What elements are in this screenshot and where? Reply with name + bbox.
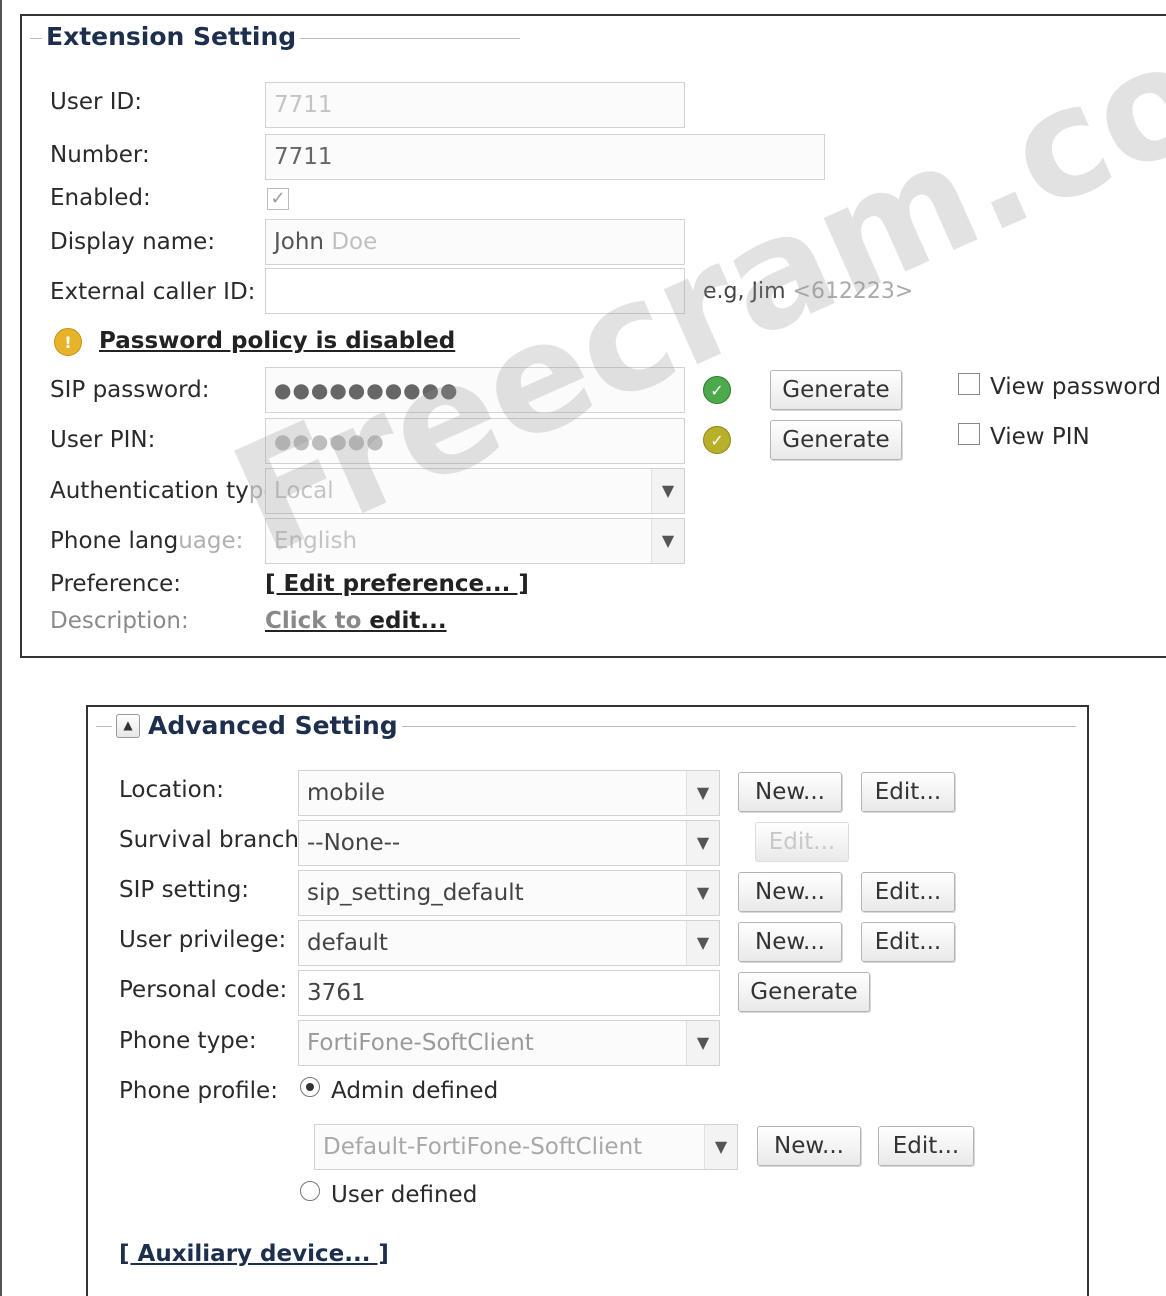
advanced-setting-legend[interactable]: ▲ Advanced Setting — [112, 711, 402, 741]
authentication-type-label: Authentication type: — [50, 477, 285, 505]
survival-branch-label: Survival branch: — [119, 827, 307, 853]
personal-code-input[interactable]: 3761 — [298, 970, 720, 1016]
password-strength-ok-icon: ✓ — [703, 376, 731, 404]
user-privilege-select[interactable]: default ▼ — [298, 920, 720, 966]
phone-language-label: Phone language: — [50, 527, 243, 555]
description-edit-link[interactable]: Click to edit... — [265, 607, 447, 635]
chevron-down-icon: ▼ — [686, 1021, 719, 1065]
view-pin-checkbox[interactable] — [958, 423, 980, 445]
location-new-button[interactable]: New... — [738, 772, 842, 812]
user-pin-input[interactable]: ●●●●●● — [265, 418, 685, 464]
phone-language-select[interactable]: English ▼ — [265, 518, 685, 564]
chevron-down-icon: ▼ — [686, 821, 719, 865]
phone-profile-new-button[interactable]: New... — [757, 1126, 861, 1166]
auxiliary-device-link[interactable]: [ Auxiliary device... ] — [119, 1240, 389, 1268]
display-name-label: Display name: — [50, 229, 216, 255]
phone-profile-value: Default-FortiFone-SoftClient — [323, 1134, 643, 1160]
pin-strength-weak-icon: ✓ — [703, 426, 731, 454]
warning-icon: ! — [54, 328, 82, 356]
chevron-down-icon: ▼ — [686, 921, 719, 965]
user-pin-label: User PIN: — [50, 427, 156, 453]
admin-defined-radio[interactable] — [300, 1077, 320, 1097]
display-name-input[interactable]: John Doe — [265, 219, 685, 265]
hint-example: e.g, Jim — [703, 279, 786, 304]
user-defined-label: User defined — [331, 1182, 478, 1208]
auth-label-main: Authentication ty — [50, 478, 249, 504]
external-caller-id-label: External caller ID: — [50, 279, 256, 305]
external-caller-id-input[interactable] — [265, 268, 685, 314]
personal-code-label: Personal code: — [119, 977, 288, 1003]
adv-top-border — [86, 705, 1089, 707]
view-password-checkbox[interactable] — [958, 373, 980, 395]
survival-branch-edit-button[interactable]: Edit... — [755, 822, 849, 862]
location-label: Location: — [119, 777, 225, 803]
user-defined-radio[interactable] — [300, 1181, 320, 1201]
view-password-label: View password — [990, 374, 1162, 400]
hint-example-faded: <612223> — [785, 279, 914, 304]
location-edit-button[interactable]: Edit... — [861, 772, 955, 812]
chevron-down-icon: ▼ — [686, 871, 719, 915]
extension-setting-legend: Extension Setting — [42, 22, 301, 52]
chevron-down-icon: ▼ — [651, 469, 684, 513]
user-privilege-new-button[interactable]: New... — [738, 922, 842, 962]
sip-setting-value: sip_setting_default — [307, 880, 524, 906]
number-input[interactable]: 7711 — [265, 134, 825, 180]
chevron-down-icon: ▼ — [686, 771, 719, 815]
generate-pin-button[interactable]: Generate — [770, 420, 902, 460]
phone-type-value: FortiFone-SoftClient — [307, 1030, 534, 1056]
admin-defined-label: Admin defined — [331, 1078, 499, 1104]
frame-top-border — [20, 14, 1166, 16]
advanced-setting-title: Advanced Setting — [148, 711, 398, 740]
sip-setting-edit-button[interactable]: Edit... — [861, 872, 955, 912]
user-id-input[interactable]: 7711 — [265, 82, 685, 128]
adv-right-border — [1087, 705, 1089, 1296]
enabled-checkbox[interactable]: ✓ — [267, 188, 289, 210]
location-value: mobile — [307, 780, 386, 806]
description-label: Description: — [50, 608, 189, 634]
location-select[interactable]: mobile ▼ — [298, 770, 720, 816]
lang-label-faded: uage: — [178, 528, 244, 554]
authentication-type-select[interactable]: Local ▼ — [265, 468, 685, 514]
preference-label: Preference: — [50, 571, 182, 597]
adv-left-border — [86, 705, 88, 1296]
phone-profile-label: Phone profile: — [119, 1078, 278, 1104]
chevron-down-icon: ▼ — [704, 1125, 737, 1169]
external-caller-id-hint: e.g, Jim <612223> — [703, 278, 913, 306]
display-name-value: John — [274, 229, 325, 255]
outer-left-border — [0, 0, 2, 1296]
generate-sip-password-button[interactable]: Generate — [770, 370, 902, 410]
user-privilege-label: User privilege: — [119, 927, 287, 953]
lang-label-main: Phone lang — [50, 528, 179, 554]
survival-branch-value: --None-- — [307, 830, 401, 856]
display-name-value-faded: Doe — [324, 229, 378, 255]
sip-setting-new-button[interactable]: New... — [738, 872, 842, 912]
password-policy-link[interactable]: Password policy is disabled — [99, 327, 455, 355]
sip-setting-select[interactable]: sip_setting_default ▼ — [298, 870, 720, 916]
phone-profile-edit-button[interactable]: Edit... — [878, 1126, 974, 1166]
view-pin-label: View PIN — [990, 424, 1090, 450]
sip-setting-label: SIP setting: — [119, 877, 250, 903]
description-link-main: Click to — [265, 608, 362, 634]
user-privilege-edit-button[interactable]: Edit... — [861, 922, 955, 962]
phone-profile-select[interactable]: Default-FortiFone-SoftClient ▼ — [314, 1124, 738, 1170]
user-privilege-value: default — [307, 930, 388, 956]
sip-password-label: SIP password: — [50, 377, 210, 403]
phone-language-value: English — [274, 528, 358, 554]
chevron-down-icon: ▼ — [651, 519, 684, 563]
frame-left-border — [20, 14, 22, 658]
sip-password-input[interactable]: ●●●●●●●●●● — [265, 367, 685, 413]
enabled-label: Enabled: — [50, 185, 151, 211]
phone-type-select[interactable]: FortiFone-SoftClient ▼ — [298, 1020, 720, 1066]
auth-type-value: Local — [274, 478, 334, 504]
personal-code-generate-button[interactable]: Generate — [738, 972, 870, 1012]
survival-branch-select[interactable]: --None-- ▼ — [298, 820, 720, 866]
number-label: Number: — [50, 142, 150, 168]
user-id-label: User ID: — [50, 89, 142, 115]
frame-bottom-border — [20, 656, 1166, 658]
edit-preference-link[interactable]: [ Edit preference... ] — [265, 570, 529, 598]
collapse-arrow-icon[interactable]: ▲ — [116, 714, 140, 738]
phone-type-label: Phone type: — [119, 1028, 257, 1054]
description-link-bold: edit... — [361, 608, 447, 634]
